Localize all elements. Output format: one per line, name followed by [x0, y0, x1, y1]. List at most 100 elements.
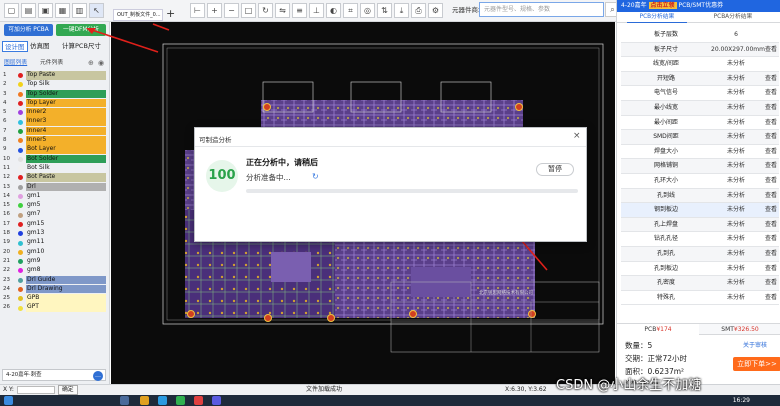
view-link[interactable]: 查看	[763, 130, 779, 145]
view-link[interactable]: 查看	[763, 276, 779, 291]
promo-banner[interactable]: 4-20嘉年 点击立领 PCB/SMT优惠券	[617, 0, 780, 12]
layer-item[interactable]: 12 Bot Paste	[1, 173, 107, 182]
ok-button[interactable]: 确定	[58, 385, 78, 395]
layer-color-icon[interactable]	[18, 184, 23, 190]
layer-color-icon[interactable]	[18, 259, 23, 265]
layer-color-icon[interactable]	[18, 296, 23, 302]
view-link[interactable]: 查看	[763, 101, 779, 116]
ruler-icon[interactable]: ⊥	[309, 3, 324, 18]
tab-smt-quote[interactable]: SMT¥326.50	[699, 324, 780, 335]
layer-item[interactable]: 4 Top Layer	[1, 98, 107, 108]
layer-item[interactable]: 23 Drl Guide	[1, 275, 107, 285]
layer-item[interactable]: 6 Inner3	[1, 117, 107, 127]
layer-color-icon[interactable]	[18, 128, 23, 134]
layer-color-icon[interactable]	[18, 268, 23, 274]
layer-item[interactable]: 13 Drl	[1, 182, 107, 192]
view-link[interactable]: 查看	[763, 145, 779, 160]
layer-item[interactable]: 16 gm7	[1, 210, 107, 219]
layer-item[interactable]: 14 gm1	[1, 192, 107, 201]
view-link[interactable]: 查看	[763, 159, 779, 174]
layer-color-icon[interactable]	[18, 212, 23, 218]
drill-icon[interactable]: ◎	[360, 3, 375, 18]
xy-input[interactable]	[17, 386, 55, 394]
layer-color-icon[interactable]	[18, 156, 23, 162]
browser-icon[interactable]	[158, 396, 167, 405]
close-icon[interactable]: ×	[573, 131, 581, 141]
wechat-icon[interactable]	[176, 396, 185, 405]
app2-icon[interactable]	[212, 396, 221, 405]
layer-color-icon[interactable]	[18, 73, 23, 79]
highlight-icon[interactable]: ◐	[326, 3, 341, 18]
view-link[interactable]: 查看	[763, 291, 779, 306]
view-link[interactable]: 查看	[763, 72, 779, 87]
layer-color-icon[interactable]	[18, 287, 23, 293]
rotate-icon[interactable]: ↻	[258, 3, 273, 18]
layer-item[interactable]: 19 gm11	[1, 238, 107, 247]
start-icon[interactable]	[4, 396, 13, 405]
view-link[interactable]: 查看	[763, 262, 779, 277]
folder-icon[interactable]	[140, 396, 149, 405]
chat-icon[interactable]: …	[93, 371, 103, 381]
view-link[interactable]: 查看	[763, 232, 779, 247]
layer-color-icon[interactable]	[18, 175, 23, 181]
settings-icon[interactable]: ⚙	[428, 3, 443, 18]
subscribe-link[interactable]: 关于审核	[743, 340, 767, 349]
fit-icon[interactable]: □	[241, 3, 256, 18]
tab-pcb-result[interactable]: PCB分析结果	[627, 12, 687, 23]
mirror-icon[interactable]: ⇋	[275, 3, 290, 18]
layer-color-icon[interactable]	[18, 147, 23, 153]
view-link[interactable]: 查看	[763, 203, 779, 218]
layer-color-icon[interactable]	[18, 82, 23, 88]
layer-color-icon[interactable]	[18, 166, 23, 172]
net-icon[interactable]: ⌗	[343, 3, 358, 18]
view-link[interactable]: 查看	[763, 174, 779, 189]
zoom-in-icon[interactable]: +	[207, 3, 222, 18]
pause-button[interactable]: 暂停	[536, 163, 574, 176]
layer-color-icon[interactable]	[18, 305, 23, 311]
view-link[interactable]: 查看	[763, 247, 779, 262]
layer-color-icon[interactable]	[18, 138, 23, 144]
layer-item[interactable]: 24 Drl Drawing	[1, 284, 107, 294]
layer-item[interactable]: 8 Inner5	[1, 136, 107, 145]
layer-color-icon[interactable]	[18, 231, 23, 237]
layer-item[interactable]: 7 Inner4	[1, 126, 107, 136]
layer-color-icon[interactable]	[18, 203, 23, 209]
layer-color-icon[interactable]	[18, 240, 23, 246]
layer-item[interactable]: 3 Top Solder	[1, 89, 107, 99]
view-link[interactable]: 查看	[763, 43, 779, 58]
layer-item[interactable]: 11 Bot Silk	[1, 164, 107, 173]
layer-item[interactable]: 15 gm5	[1, 201, 107, 210]
order-now-button[interactable]: 立即下单>>	[733, 357, 780, 371]
promo-notice[interactable]: 4-20嘉年·刺查	[2, 369, 106, 381]
layer-item[interactable]: 2 Top Silk	[1, 80, 107, 89]
flip-icon[interactable]: ⇅	[377, 3, 392, 18]
search-input[interactable]: 元器件型号、规格、参数	[479, 2, 604, 17]
app-icon[interactable]	[194, 396, 203, 405]
layer-item[interactable]: 5 Inner2	[1, 108, 107, 117]
view-link[interactable]: 查看	[763, 116, 779, 131]
layer-color-icon[interactable]	[18, 249, 23, 255]
layer-item[interactable]: 18 gm13	[1, 229, 107, 238]
layer-item[interactable]: 21 gm9	[1, 257, 107, 266]
layer-item[interactable]: 22 gm8	[1, 266, 107, 275]
layer-color-icon[interactable]	[18, 119, 23, 125]
layer-color-icon[interactable]	[18, 110, 23, 116]
layer-item[interactable]: 20 gm10	[1, 248, 107, 257]
layer-item[interactable]: 26 GPT	[1, 303, 107, 313]
promo-highlight[interactable]: 点击立领	[648, 2, 677, 9]
layer-icon[interactable]: ≡	[292, 3, 307, 18]
layer-item[interactable]: 17 gm15	[1, 220, 107, 229]
search-icon[interactable]	[120, 396, 129, 405]
layer-color-icon[interactable]	[18, 221, 23, 227]
layer-color-icon[interactable]	[18, 277, 23, 283]
layer-item[interactable]: 25 GPB	[1, 294, 107, 303]
layer-color-icon[interactable]	[18, 91, 23, 97]
view-link[interactable]: 查看	[763, 218, 779, 233]
print-icon[interactable]: ⎙	[411, 3, 426, 18]
layer-item[interactable]: 10 Bot Solder	[1, 154, 107, 164]
tab-pcba-result[interactable]: PCBA分析结果	[703, 12, 763, 23]
layer-color-icon[interactable]	[18, 194, 23, 200]
layer-item[interactable]: 9 Bot Layer	[1, 145, 107, 154]
zoom-out-icon[interactable]: −	[224, 3, 239, 18]
view-link[interactable]: 查看	[763, 86, 779, 101]
